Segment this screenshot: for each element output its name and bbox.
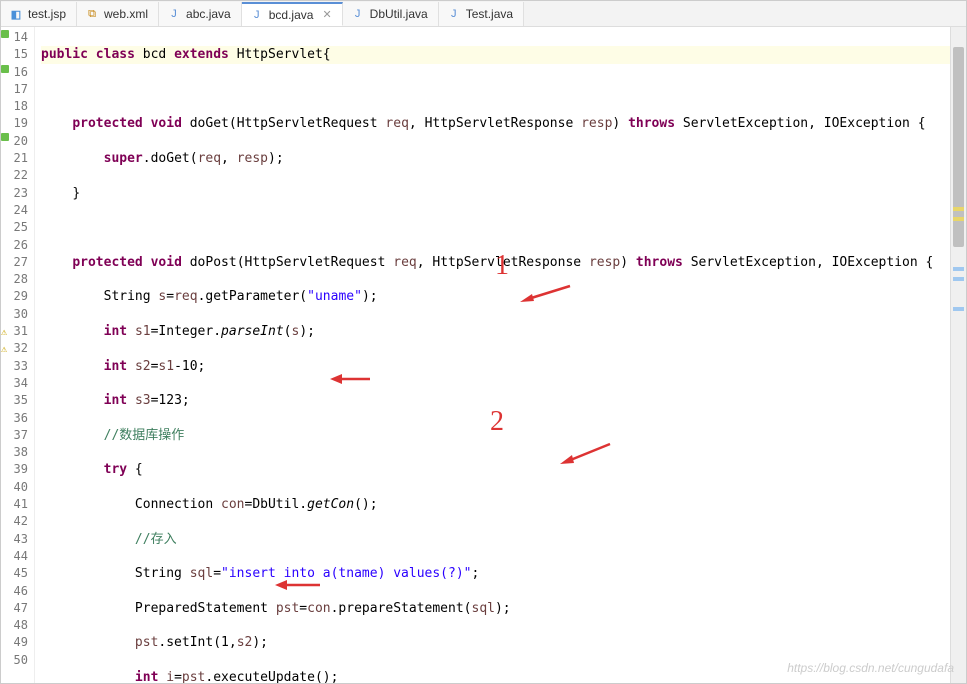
tab-dbutil-java[interactable]: J DbUtil.java bbox=[343, 2, 439, 26]
java-file-icon: J bbox=[447, 7, 461, 21]
tab-label: web.xml bbox=[104, 7, 148, 21]
line-number: 28 bbox=[1, 271, 28, 288]
vertical-scrollbar[interactable] bbox=[950, 27, 966, 683]
line-number: 42 bbox=[1, 513, 28, 530]
line-number: 29 bbox=[1, 288, 28, 305]
override-marker-icon bbox=[1, 30, 9, 38]
occurrence-tick-icon bbox=[953, 307, 964, 311]
warning-marker-icon: ⚠ bbox=[1, 324, 7, 332]
line-number: ⚠32 bbox=[1, 340, 28, 357]
occurrence-tick-icon bbox=[953, 267, 964, 271]
xml-file-icon: ⧉ bbox=[85, 7, 99, 21]
watermark-text: https://blog.csdn.net/cungudafa bbox=[787, 661, 954, 675]
tab-label: DbUtil.java bbox=[370, 7, 428, 21]
warning-tick-icon bbox=[953, 207, 964, 211]
line-number: 46 bbox=[1, 583, 28, 600]
editor-area: 14 15 16 17 18 19 20 21 22 23 24 25 26 2… bbox=[1, 27, 966, 683]
line-number: 39 bbox=[1, 461, 28, 478]
annotation-arrow-icon bbox=[330, 371, 375, 392]
line-number: 26 bbox=[1, 237, 28, 254]
tab-label: Test.java bbox=[466, 7, 513, 21]
line-number: 25 bbox=[1, 219, 28, 236]
line-number: 22 bbox=[1, 167, 28, 184]
warning-marker-icon: ⚠ bbox=[1, 341, 7, 349]
line-number: 34 bbox=[1, 375, 28, 392]
jsp-file-icon: ◧ bbox=[9, 7, 23, 21]
line-number: 20 bbox=[1, 133, 28, 150]
line-number: 43 bbox=[1, 531, 28, 548]
line-number: 17 bbox=[1, 81, 28, 98]
line-number: 44 bbox=[1, 548, 28, 565]
tab-abc-java[interactable]: Jabc.java bbox=[159, 2, 242, 26]
line-number: 21 bbox=[1, 150, 28, 167]
occurrence-tick-icon bbox=[953, 277, 964, 281]
line-number: 36 bbox=[1, 410, 28, 427]
tab-label: test.jsp bbox=[28, 7, 66, 21]
override-marker-icon bbox=[1, 65, 9, 73]
line-number: 27 bbox=[1, 254, 28, 271]
line-number: ⚠31 bbox=[1, 323, 28, 340]
warning-tick-icon bbox=[953, 217, 964, 221]
line-number-gutter: 14 15 16 17 18 19 20 21 22 23 24 25 26 2… bbox=[1, 27, 35, 683]
tab-web-xml[interactable]: ⧉ web.xml bbox=[77, 2, 159, 26]
line-number: 49 bbox=[1, 634, 28, 651]
line-number: 35 bbox=[1, 392, 28, 409]
line-number: 50 bbox=[1, 652, 28, 669]
close-icon[interactable]: ✕ bbox=[322, 8, 331, 21]
line-number: 23 bbox=[1, 185, 28, 202]
line-number: 33 bbox=[1, 358, 28, 375]
line-number: 16 bbox=[1, 64, 28, 81]
java-file-icon: J bbox=[167, 7, 181, 21]
line-number: 15 bbox=[1, 46, 28, 63]
tab-test-jsp[interactable]: ◧ test.jsp bbox=[1, 2, 77, 26]
line-number: 30 bbox=[1, 306, 28, 323]
line-number: 48 bbox=[1, 617, 28, 634]
tab-test-java[interactable]: J Test.java bbox=[439, 2, 524, 26]
override-marker-icon bbox=[1, 133, 9, 141]
line-number: 24 bbox=[1, 202, 28, 219]
line-number: 14 bbox=[1, 29, 28, 46]
line-number: 41 bbox=[1, 496, 28, 513]
tab-label: abc.java bbox=[186, 7, 231, 21]
code-editor[interactable]: public class bcd extends HttpServlet{ pr… bbox=[35, 27, 966, 683]
java-file-icon: J bbox=[351, 7, 365, 21]
java-file-icon: J bbox=[250, 8, 264, 22]
editor-tabs: ◧test.jsp ⧉web.xml Jabc.java Jbcd.java✕ … bbox=[1, 1, 966, 27]
line-number: 37 bbox=[1, 427, 28, 444]
line-number: 40 bbox=[1, 479, 28, 496]
tab-label: bcd.java bbox=[269, 8, 314, 22]
line-number: 47 bbox=[1, 600, 28, 617]
line-number: 18 bbox=[1, 98, 28, 115]
tab-bcd-java[interactable]: Jbcd.java ✕ bbox=[242, 2, 343, 26]
line-number: 45 bbox=[1, 565, 28, 582]
line-number: 38 bbox=[1, 444, 28, 461]
line-number: 19 bbox=[1, 115, 28, 132]
